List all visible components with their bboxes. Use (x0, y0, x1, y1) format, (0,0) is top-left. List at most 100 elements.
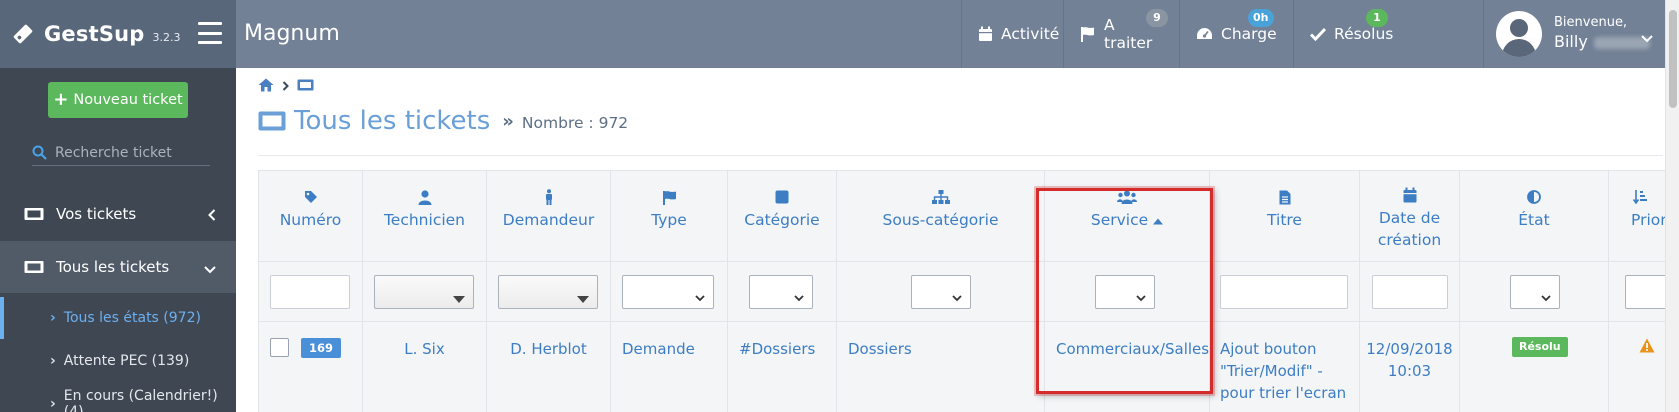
scrollbar-thumb[interactable] (1669, 10, 1677, 108)
chevron-down-icon (695, 287, 705, 306)
ticket-search (32, 140, 210, 166)
chevron-down-icon (204, 260, 216, 278)
chevron-left-icon (208, 207, 216, 225)
home-icon[interactable] (258, 78, 274, 96)
chevron-down-icon (1641, 28, 1653, 47)
table-row[interactable]: Ajout bouton "Trier/Modif" - pour trier … (1210, 321, 1359, 412)
page-scrollbar[interactable] (1665, 0, 1679, 412)
table-row[interactable]: L. Six (363, 321, 486, 412)
nav-charge[interactable]: Charge 0h (1179, 0, 1293, 68)
ticket-icon (258, 111, 286, 131)
sidebar-item-tous-tickets[interactable]: Tous les tickets (0, 241, 236, 293)
caret-down-icon (577, 288, 589, 307)
status-badge: Résolu (1512, 337, 1568, 357)
filter-sous-categorie-select[interactable] (911, 275, 971, 309)
user-menu[interactable]: Bienvenue, Billy (1483, 0, 1679, 68)
chevron-down-icon (1136, 287, 1146, 306)
avatar (1496, 11, 1542, 57)
header-sous-categorie[interactable]: Sous-catégorie (837, 171, 1044, 261)
chevron-down-icon (794, 287, 804, 306)
ticket-icon (24, 207, 46, 221)
page-title: Tous les tickets » Nombre : 972 (258, 106, 628, 136)
sitemap-icon (837, 185, 1044, 209)
column-type: Type Demande (611, 171, 728, 412)
column-titre: Titre Ajout bouton "Trier/Modif" - pour … (1210, 171, 1360, 412)
search-ticket-input[interactable] (55, 144, 205, 161)
chevron-down-icon (1541, 287, 1551, 306)
check-icon (1310, 27, 1326, 41)
breadcrumb (258, 78, 314, 96)
ticket-icon[interactable] (297, 79, 314, 95)
table-row[interactable]: Demande (611, 321, 727, 412)
sidebar-item-vos-tickets[interactable]: Vos tickets (0, 188, 236, 240)
ticket-icon (24, 260, 46, 274)
column-etat: État Résolu (1460, 171, 1609, 412)
column-technicien: Technicien L. Six (363, 171, 487, 412)
filter-technicien-select[interactable] (374, 275, 474, 309)
header-service[interactable]: Service (1045, 171, 1209, 261)
flag-icon (611, 185, 727, 209)
nav-to-process[interactable]: A traiter 9 (1063, 0, 1179, 68)
plus-icon: + (53, 89, 69, 110)
table-row[interactable]: D. Herblot (487, 321, 610, 412)
menu-toggle-icon[interactable] (198, 22, 222, 44)
calendar-icon (1360, 183, 1459, 207)
table-row[interactable]: Dossiers (837, 321, 1044, 412)
chevron-right-icon: › (50, 396, 56, 412)
table-row[interactable]: Résolu (1460, 321, 1608, 412)
header-numero[interactable]: Numéro (259, 171, 362, 261)
search-icon (32, 145, 47, 160)
to-process-badge: 9 (1146, 9, 1168, 27)
row-checkbox[interactable] (270, 338, 289, 357)
ticket-number-badge[interactable]: 169 (301, 338, 342, 358)
new-ticket-button[interactable]: + Nouveau ticket (48, 82, 188, 118)
calendar-icon (978, 26, 993, 42)
filter-etat-select[interactable] (1510, 275, 1560, 309)
header-titre[interactable]: Titre (1210, 171, 1359, 261)
file-text-icon (1210, 185, 1359, 209)
gauge-icon (1196, 27, 1213, 42)
user-name: Billy (1554, 32, 1588, 51)
sidebar-subitem-en-cours[interactable]: › En cours (Calendrier!) (4) (0, 383, 236, 412)
app-name: GestSup (44, 22, 145, 46)
column-demandeur: Demandeur D. Herblot (487, 171, 611, 412)
resolved-badge: 1 (1366, 9, 1388, 27)
sidebar-subitem-attente-pec[interactable]: › Attente PEC (139) (0, 340, 236, 382)
header-technicien[interactable]: Technicien (363, 171, 486, 261)
filter-type-select[interactable] (622, 275, 714, 309)
users-icon (1045, 185, 1209, 209)
column-date-creation: Date de création 12/09/2018 10:03 (1360, 171, 1460, 412)
charge-badge: 0h (1248, 9, 1274, 27)
sort-up-icon (1153, 211, 1164, 229)
nav-activity[interactable]: Activité (961, 0, 1063, 68)
header-type[interactable]: Type (611, 171, 727, 261)
header-demandeur[interactable]: Demandeur (487, 171, 610, 261)
table-row[interactable]: Commerciaux/Salles (1045, 321, 1209, 412)
ticket-tag-icon (12, 23, 34, 45)
filter-categorie-select[interactable] (749, 275, 813, 309)
ticket-count: Nombre : 972 (521, 114, 629, 132)
table-row[interactable]: 12/09/2018 10:03 (1360, 321, 1459, 412)
chevron-down-icon (952, 287, 962, 306)
nav-resolved[interactable]: Résolus 1 (1293, 0, 1399, 68)
header-date-creation[interactable]: Date de création (1360, 171, 1459, 261)
flag-icon (1080, 26, 1096, 42)
caret-down-icon (453, 288, 465, 307)
header-etat[interactable]: État (1460, 171, 1608, 261)
app-version: 3.2.3 (152, 30, 181, 44)
sidebar-subitem-tous-etats[interactable]: › Tous les états (972) (0, 297, 236, 339)
table-row[interactable]: 169 (259, 321, 362, 412)
double-chevron-right-icon: » (502, 110, 514, 132)
adjust-icon (1460, 185, 1608, 209)
filter-numero-input[interactable] (270, 275, 350, 309)
filter-service-select[interactable] (1095, 275, 1155, 309)
filter-titre-input[interactable] (1220, 275, 1348, 309)
filter-demandeur-select[interactable] (498, 275, 598, 309)
column-service: Service Commerciaux/Salles (1045, 171, 1210, 412)
filter-date-input[interactable] (1372, 275, 1448, 309)
header-categorie[interactable]: Catégorie (728, 171, 836, 261)
top-bar: GestSup 3.2.3 Magnum Activité A traiter … (0, 0, 1679, 68)
table-row[interactable]: #Dossiers (728, 321, 836, 412)
tag-icon (259, 185, 362, 209)
male-icon (487, 185, 610, 209)
